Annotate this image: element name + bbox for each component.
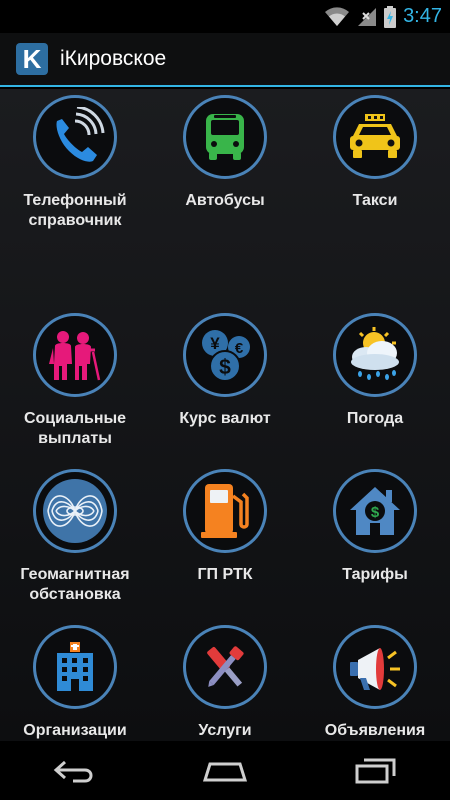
tile-phone-directory[interactable]: Телефонный справочник	[0, 95, 150, 231]
tile-icon-circle: $	[333, 469, 417, 553]
tile-geomagnetic[interactable]: Геомагнитная обстановка	[0, 469, 150, 605]
tile-icon-circle	[333, 313, 417, 397]
phone-icon	[56, 107, 105, 162]
magnetic-field-icon	[43, 479, 107, 543]
weather-icon	[351, 327, 399, 380]
tile-label: Курс валют	[179, 410, 271, 427]
tile-taxi[interactable]: Такси	[300, 95, 450, 211]
tile-icon-circle: ¥ € $	[183, 313, 267, 397]
tile-label: Социальные выплаты	[23, 410, 127, 447]
back-button[interactable]	[45, 751, 105, 791]
tile-label: Автобусы	[185, 192, 265, 209]
tile-label: ГП РТК	[197, 566, 253, 583]
tile-announcements[interactable]: Объявления	[300, 625, 450, 741]
status-time: 3:47	[403, 5, 442, 27]
tile-icon-circle	[33, 95, 117, 179]
recent-apps-button[interactable]	[345, 751, 405, 791]
svg-text:$: $	[371, 504, 380, 521]
back-icon	[53, 760, 93, 782]
app-title: iКировское	[60, 47, 167, 70]
taxi-icon	[350, 114, 400, 158]
system-nav-bar	[0, 741, 450, 800]
tile-icon-circle	[33, 313, 117, 397]
tile-label: Погода	[346, 410, 404, 427]
tile-label: Такси	[352, 192, 398, 209]
tile-city-organizations[interactable]: Организациигорода	[0, 625, 150, 741]
tile-icon-circle	[183, 469, 267, 553]
tile-icon-circle	[33, 625, 117, 709]
tile-tariffs[interactable]: $ Тарифы	[300, 469, 450, 585]
tile-gp-rtk[interactable]: ГП РТК	[150, 469, 300, 585]
wifi-icon	[325, 6, 350, 26]
tile-label: Услуги	[198, 722, 252, 739]
tile-icon-circle	[183, 95, 267, 179]
battery-charging-icon	[384, 5, 397, 28]
tile-social-payments[interactable]: Социальные выплаты	[0, 313, 150, 449]
action-bar: K iКировское	[0, 33, 450, 87]
tools-icon	[207, 646, 244, 687]
tile-label: Телефонный справочник	[23, 192, 127, 229]
menu-grid: Телефонный справочник Автобусы Такси Соц…	[0, 89, 450, 741]
recent-apps-icon	[355, 758, 396, 783]
tile-label: Объявления	[324, 722, 426, 739]
svg-text:€: €	[235, 340, 244, 357]
signal-icon	[358, 7, 377, 26]
home-icon	[202, 762, 248, 781]
home-button[interactable]	[195, 751, 255, 791]
house-dollar-icon: $	[350, 487, 400, 535]
bus-icon	[206, 114, 244, 160]
tile-services[interactable]: Услуги	[150, 625, 300, 741]
tile-label: Организациигорода	[23, 722, 127, 739]
tile-label: Геомагнитная обстановка	[20, 566, 130, 603]
elderly-people-icon	[49, 331, 101, 381]
svg-text:$: $	[219, 356, 231, 379]
app-logo[interactable]: K	[16, 43, 48, 75]
tile-currency-rates[interactable]: ¥ € $ Курс валют	[150, 313, 300, 429]
megaphone-icon	[350, 648, 400, 690]
tile-weather[interactable]: Погода	[300, 313, 450, 429]
svg-text:¥: ¥	[210, 334, 220, 353]
fuel-pump-icon	[201, 484, 249, 538]
app-logo-letter: K	[22, 44, 42, 74]
tile-icon-circle	[333, 95, 417, 179]
building-icon	[57, 642, 93, 691]
tile-buses[interactable]: Автобусы	[150, 95, 300, 211]
tile-icon-circle	[33, 469, 117, 553]
tile-icon-circle	[333, 625, 417, 709]
status-bar: 3:47	[0, 0, 450, 33]
tile-icon-circle	[183, 625, 267, 709]
currency-icon: ¥ € $	[202, 330, 250, 382]
tile-label: Тарифы	[342, 566, 408, 583]
